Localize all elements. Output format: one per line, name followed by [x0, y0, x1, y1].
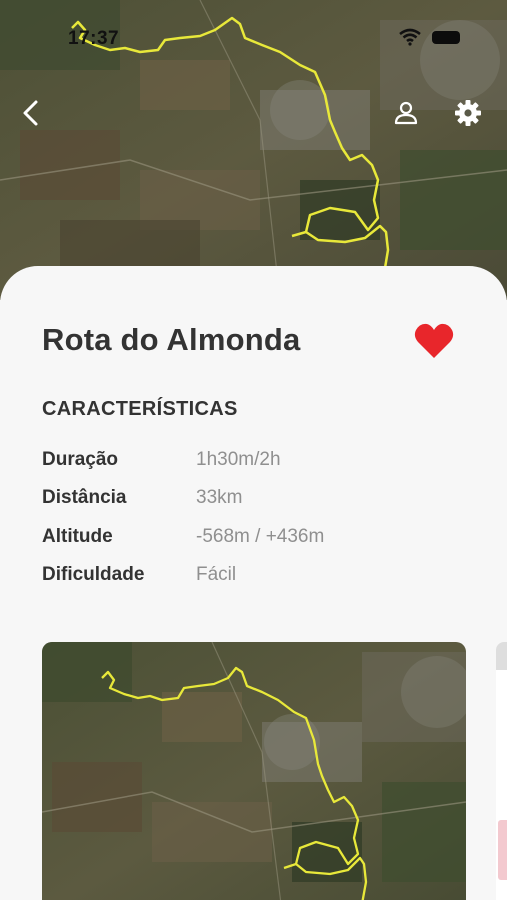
characteristic-row-duration: Duração 1h30m/2h	[42, 449, 482, 479]
settings-button[interactable]	[451, 96, 485, 130]
characteristic-label: Duração	[42, 449, 119, 470]
favorite-button[interactable]	[413, 322, 455, 360]
heart-icon	[414, 323, 454, 358]
characteristic-row-difficulty: Dificuldade Fácil	[42, 564, 482, 594]
back-button[interactable]	[14, 96, 48, 130]
next-card-accent	[498, 820, 507, 880]
wifi-icon	[398, 28, 422, 51]
chevron-left-icon	[23, 100, 38, 126]
characteristic-value: 33km	[196, 487, 243, 508]
characteristic-value: Fácil	[196, 564, 237, 585]
status-bar: 17:37	[0, 0, 507, 70]
characteristic-value: 1h30m/2h	[196, 449, 281, 470]
characteristic-value: -568m / +436m	[196, 526, 325, 547]
user-icon	[394, 101, 418, 125]
characteristics-heading: CARACTERÍSTICAS	[42, 398, 238, 420]
characteristic-label: Altitude	[42, 526, 113, 547]
status-time: 17:37	[68, 28, 120, 49]
next-card-header	[496, 642, 507, 670]
characteristic-row-altitude: Altitude -568m / +436m	[42, 526, 482, 556]
characteristic-row-distance: Distância 33km	[42, 487, 482, 517]
gear-icon	[455, 100, 481, 126]
characteristic-label: Distância	[42, 487, 127, 508]
next-carousel-card[interactable]	[496, 642, 507, 900]
route-map-thumbnail[interactable]	[42, 642, 466, 900]
profile-button[interactable]	[389, 96, 423, 130]
route-title: Rota do Almonda	[42, 322, 301, 357]
characteristic-label: Dificuldade	[42, 564, 145, 585]
battery-icon	[432, 31, 460, 44]
